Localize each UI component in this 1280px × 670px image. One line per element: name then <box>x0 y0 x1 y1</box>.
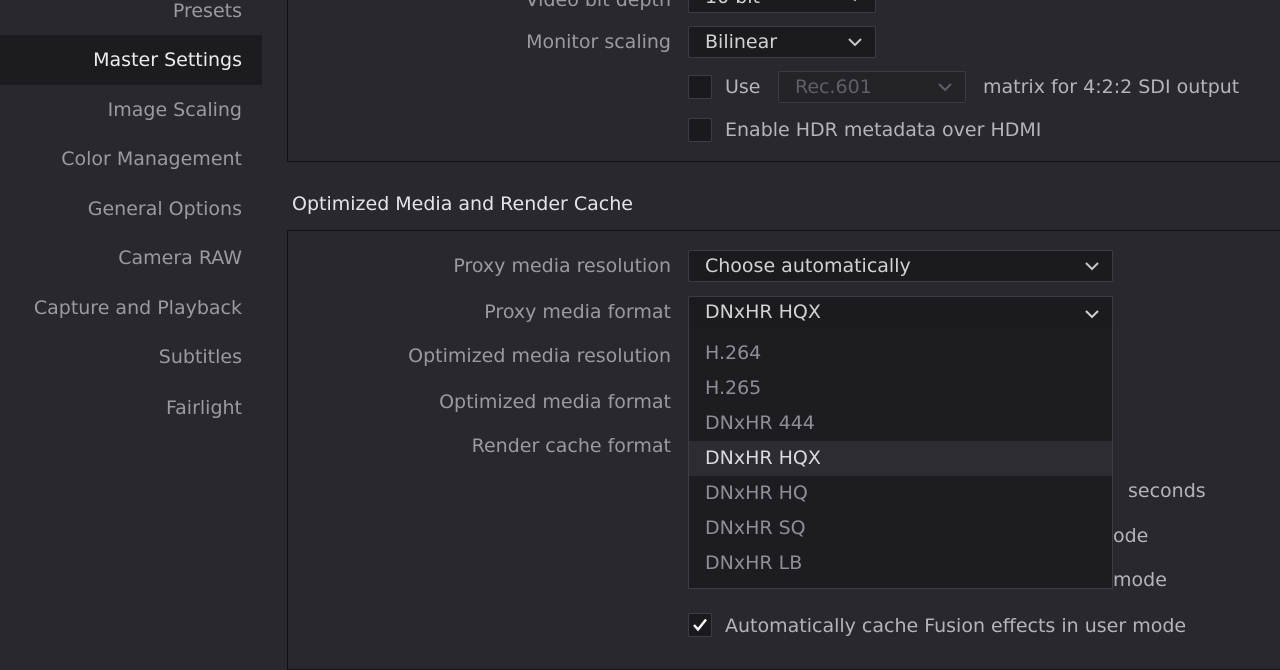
cache-section-title: Optimized Media and Render Cache <box>292 193 633 215</box>
fusion-cache-checkbox[interactable] <box>688 613 712 637</box>
menu-option-dnxhr-lb[interactable]: DNxHR LB <box>689 546 1112 581</box>
video-bit-depth-dropdown[interactable]: 10 bit <box>688 0 876 13</box>
use-label: Use <box>725 76 761 98</box>
sidebar-item-camera-raw[interactable]: Camera RAW <box>0 233 262 283</box>
proxy-resolution-dropdown[interactable]: Choose automatically <box>688 250 1113 282</box>
proxy-format-value: DNxHR HQX <box>705 301 821 323</box>
chevron-down-icon <box>847 0 863 12</box>
proxy-resolution-label: Proxy media resolution <box>453 255 671 277</box>
monitor-scaling-value: Bilinear <box>705 31 778 53</box>
sidebar-item-master-settings[interactable]: Master Settings <box>0 35 262 85</box>
partial-mode-label-2: mode <box>1113 569 1167 591</box>
menu-option-dnxhr-hq[interactable]: DNxHR HQ <box>689 476 1112 511</box>
hdr-metadata-label: Enable HDR metadata over HDMI <box>725 119 1042 141</box>
proxy-format-dropdown[interactable]: DNxHR HQX <box>688 296 1113 328</box>
menu-option-dnxhr-sq[interactable]: DNxHR SQ <box>689 511 1112 546</box>
sidebar-item-image-scaling[interactable]: Image Scaling <box>0 85 262 135</box>
fusion-cache-label: Automatically cache Fusion effects in us… <box>725 615 1187 637</box>
checkmark-icon <box>693 618 707 632</box>
partial-mode-label-1: ode <box>1113 525 1149 547</box>
menu-option-dnxhr-444[interactable]: DNxHR 444 <box>689 406 1112 441</box>
matrix-dropdown[interactable]: Rec.601 <box>778 71 966 103</box>
sidebar-item-subtitles[interactable]: Subtitles <box>0 332 262 382</box>
menu-option-dnxhr-hqx[interactable]: DNxHR HQX <box>689 441 1112 476</box>
sidebar-item-general-options[interactable]: General Options <box>0 184 262 234</box>
settings-sidebar: Presets Master Settings Image Scaling Co… <box>0 0 262 662</box>
proxy-resolution-value: Choose automatically <box>705 255 911 277</box>
chevron-down-icon <box>847 27 863 57</box>
chevron-down-icon <box>937 72 953 102</box>
sidebar-item-fairlight[interactable]: Fairlight <box>0 383 262 433</box>
monitor-scaling-dropdown[interactable]: Bilinear <box>688 26 876 58</box>
menu-option-h265[interactable]: H.265 <box>689 371 1112 406</box>
chevron-down-icon <box>1084 297 1100 327</box>
sidebar-item-color-management[interactable]: Color Management <box>0 134 262 184</box>
optimized-resolution-label: Optimized media resolution <box>408 345 671 367</box>
monitor-scaling-label: Monitor scaling <box>526 31 671 53</box>
matrix-suffix-label: matrix for 4:2:2 SDI output <box>983 76 1240 98</box>
chevron-down-icon <box>1084 251 1100 281</box>
hdr-metadata-checkbox[interactable] <box>688 118 712 142</box>
menu-option-h264[interactable]: H.264 <box>689 336 1112 371</box>
video-bit-depth-value: 10 bit <box>705 0 760 8</box>
sidebar-item-presets[interactable]: Presets <box>0 0 262 36</box>
use-matrix-checkbox[interactable] <box>688 75 712 99</box>
matrix-value: Rec.601 <box>795 76 872 98</box>
proxy-format-label: Proxy media format <box>484 301 671 323</box>
proxy-format-menu: H.264 H.265 DNxHR 444 DNxHR HQX DNxHR HQ… <box>688 327 1113 589</box>
render-cache-format-label: Render cache format <box>471 435 671 457</box>
optimized-format-label: Optimized media format <box>439 391 671 413</box>
seconds-label: seconds <box>1128 480 1206 502</box>
sidebar-item-capture-playback[interactable]: Capture and Playback <box>0 283 262 333</box>
video-bit-depth-label: Video bit depth <box>525 0 671 11</box>
